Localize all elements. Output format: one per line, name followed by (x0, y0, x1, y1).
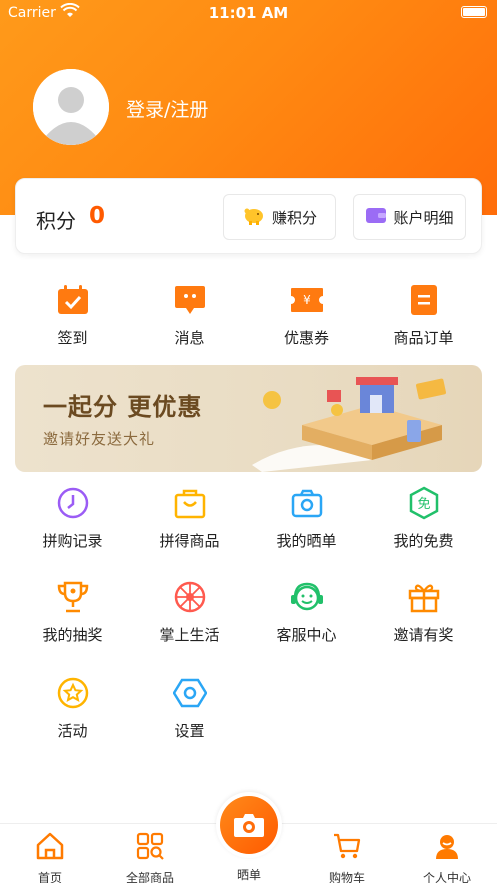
cart-icon (332, 832, 362, 864)
tab-label: 购物车 (328, 871, 365, 883)
svg-text:¥: ¥ (303, 293, 311, 307)
piggy-bank-icon (242, 205, 266, 229)
service-label: 拼得商品 (159, 532, 220, 550)
account-detail-label: 账户明细 (393, 208, 454, 227)
tab-show-camera-button[interactable] (216, 792, 282, 858)
coupon-icon: ¥ (290, 283, 324, 317)
invite-banner[interactable]: 一起分 更优惠 邀请好友送大礼 (15, 365, 482, 472)
service-settings[interactable]: 设置 (131, 676, 248, 741)
quick-action-label: 商品订单 (393, 329, 454, 347)
svg-text:免: 免 (417, 497, 430, 512)
service-label: 邀请有奖 (393, 626, 454, 644)
quick-action-label: 签到 (57, 329, 88, 347)
service-won-products[interactable]: 拼得商品 (131, 486, 248, 551)
service-invite-reward[interactable]: 邀请有奖 (365, 580, 482, 645)
tab-show-label-wrap: 晒单 (209, 866, 289, 883)
quick-action-coupons[interactable]: ¥ 优惠券 (248, 283, 365, 348)
bag-icon (173, 486, 207, 520)
avatar[interactable] (33, 69, 109, 145)
hex-gear-icon (172, 676, 207, 710)
banner-title: 一起分 更优惠 (43, 393, 203, 421)
service-label: 设置 (174, 722, 205, 740)
banner-subtitle: 邀请好友送大礼 (43, 430, 156, 448)
quick-action-label: 消息 (174, 329, 205, 347)
quick-actions: 签到 消息 ¥ 优惠券 商品订单 (0, 283, 497, 348)
clock-icon (56, 486, 90, 520)
service-group-buy-records[interactable]: 拼购记录 (14, 486, 131, 551)
account-detail-button[interactable]: 账户明细 (353, 194, 466, 240)
service-my-posts[interactable]: 我的晒单 (248, 486, 365, 551)
quick-action-checkin[interactable]: 签到 (14, 283, 131, 348)
service-mobile-life[interactable]: 掌上生活 (131, 580, 248, 645)
tab-all-products[interactable]: 全部商品 (110, 832, 190, 883)
quick-action-orders[interactable]: 商品订单 (365, 283, 482, 348)
service-label: 客服中心 (276, 626, 337, 644)
wheel-icon (173, 580, 207, 614)
home-icon (35, 832, 65, 864)
tab-label: 晒单 (236, 868, 261, 882)
quick-action-label: 优惠券 (283, 329, 329, 347)
tab-profile[interactable]: 个人中心 (407, 832, 487, 883)
service-customer-center[interactable]: 客服中心 (248, 580, 365, 645)
calendar-check-icon (56, 283, 90, 317)
gift-icon (407, 580, 441, 614)
service-label: 我的免费 (393, 532, 454, 550)
service-label: 活动 (57, 722, 88, 740)
earn-points-button[interactable]: 赚积分 (223, 194, 336, 240)
person-icon (433, 832, 461, 864)
service-activities[interactable]: 活动 (14, 676, 131, 741)
status-time: 11:01 AM (208, 4, 289, 22)
camera-icon (220, 796, 278, 854)
banner-illustration (252, 377, 446, 472)
points-value: 0 (89, 203, 106, 229)
services-row: 我的抽奖 掌上生活 客服中心 邀请有奖 (0, 580, 497, 645)
tab-label: 个人中心 (422, 871, 471, 883)
tab-label: 首页 (37, 871, 62, 883)
headset-icon (290, 580, 324, 614)
service-label: 我的抽奖 (42, 626, 103, 644)
status-bar: Carrier 11:01 AM (0, 0, 497, 28)
tab-label: 全部商品 (125, 871, 174, 883)
service-label: 掌上生活 (159, 626, 220, 644)
chat-bubble-icon (173, 283, 207, 317)
service-label: 我的晒单 (276, 532, 337, 550)
earn-points-label: 赚积分 (271, 208, 317, 227)
services-row: 活动 设置 (0, 676, 497, 741)
trophy-icon (56, 580, 90, 614)
service-label: 拼购记录 (42, 532, 103, 550)
wallet-icon (365, 206, 387, 228)
order-list-icon (407, 283, 441, 317)
login-register-link[interactable]: 登录/注册 (126, 95, 208, 122)
tab-home[interactable]: 首页 (10, 832, 90, 883)
services-row: 拼购记录 拼得商品 我的晒单 免 我的免费 (0, 486, 497, 551)
service-my-free[interactable]: 免 我的免费 (365, 486, 482, 551)
service-my-lottery[interactable]: 我的抽奖 (14, 580, 131, 645)
star-badge-icon (56, 676, 90, 710)
points-card: 积分 0 赚积分 账户明细 (15, 178, 482, 254)
quick-action-messages[interactable]: 消息 (131, 283, 248, 348)
camera-icon (290, 486, 324, 520)
grid-icon (136, 832, 164, 864)
free-badge-icon: 免 (407, 486, 441, 520)
tab-cart[interactable]: 购物车 (307, 832, 387, 883)
points-label: 积分 (36, 209, 76, 233)
battery-icon (461, 6, 487, 18)
